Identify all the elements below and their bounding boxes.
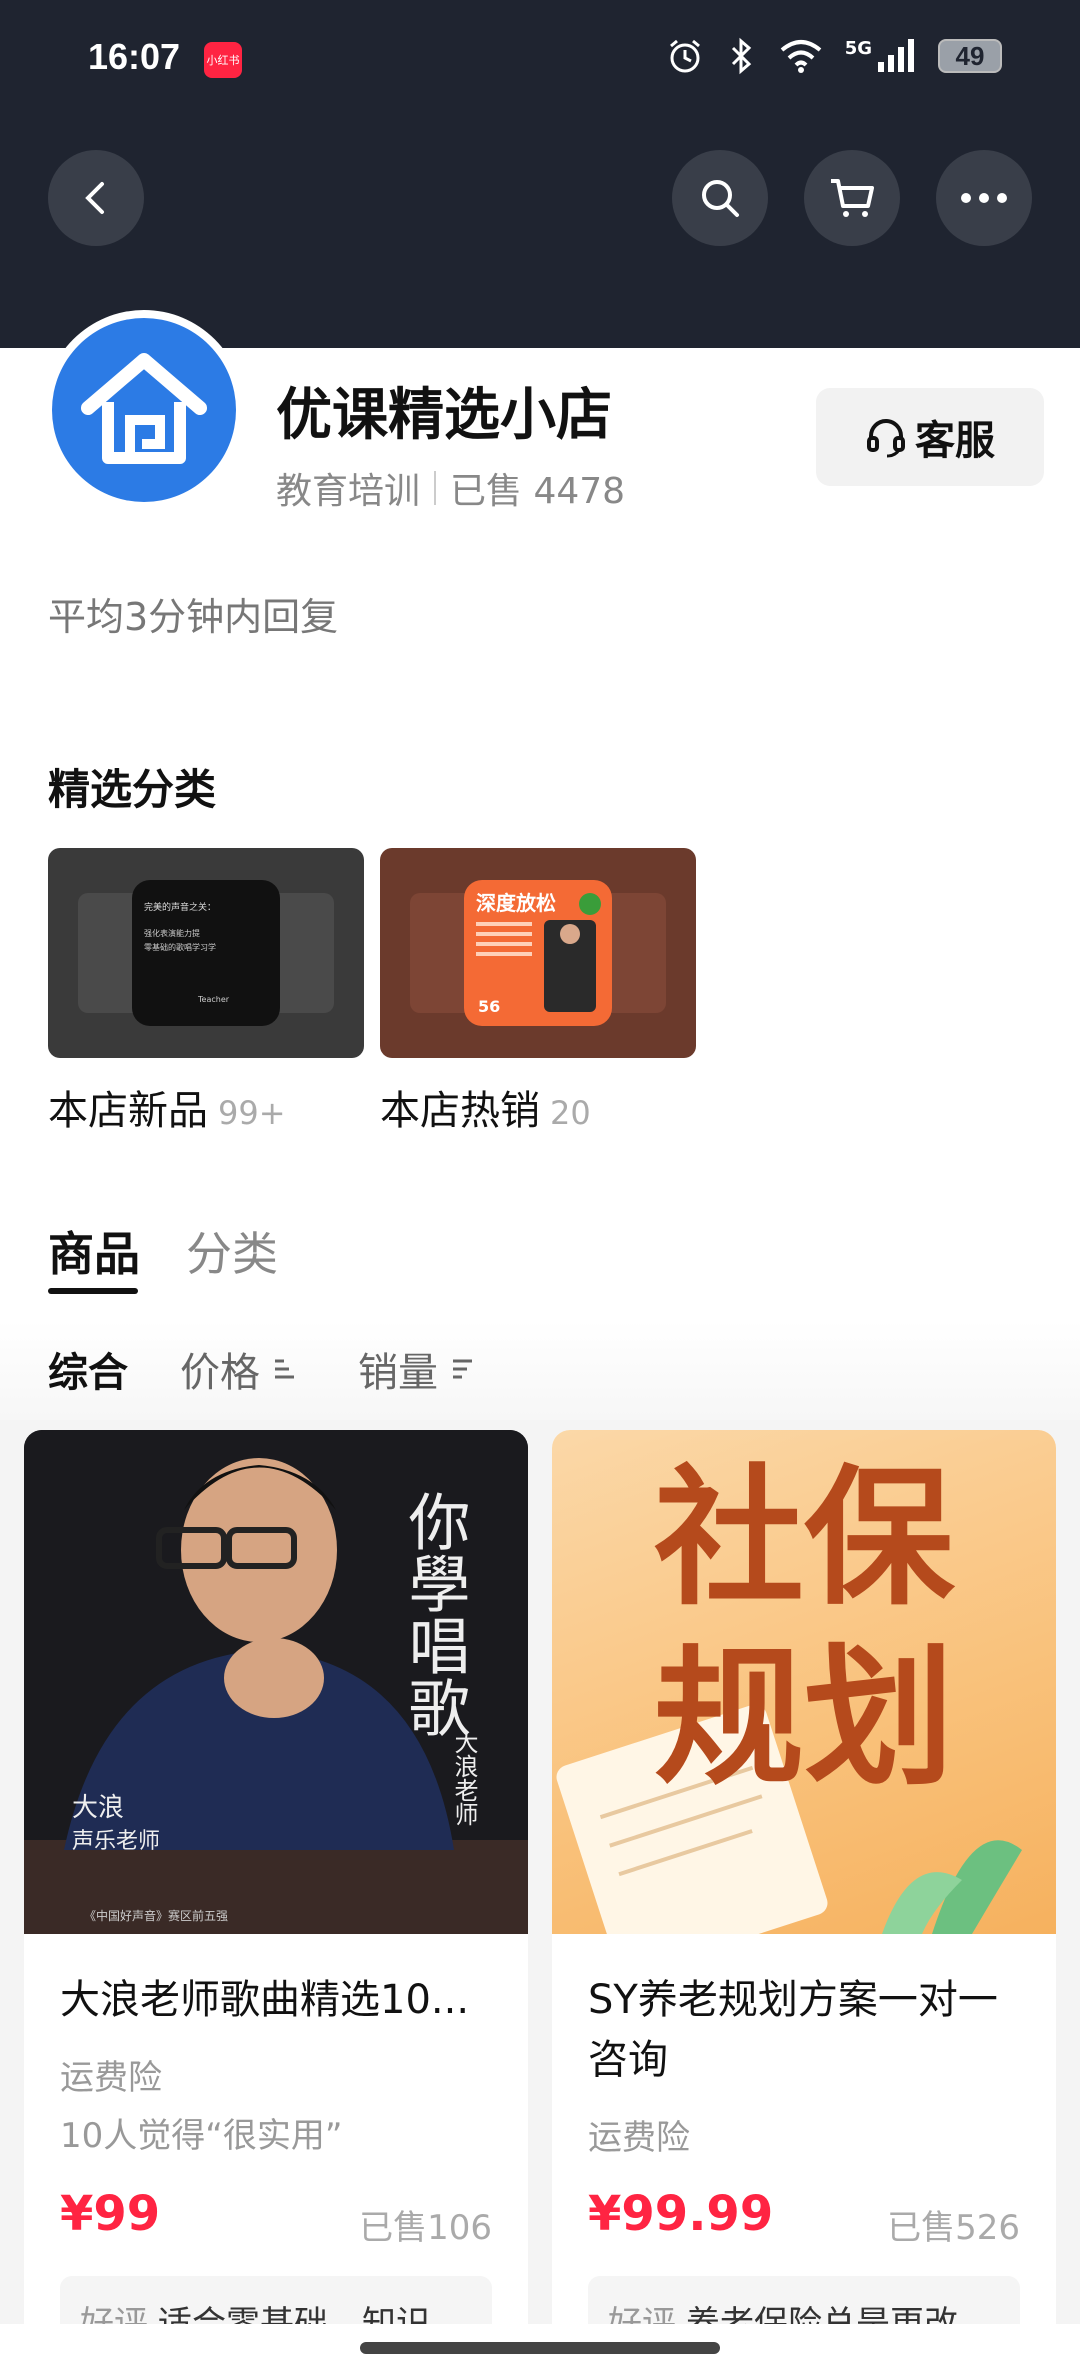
category-thumb-new: 完美的声音之关： 强化表演能力提 零基础的歌唱学习学 Teacher [78,880,334,1026]
category-count: 99+ [218,1094,286,1132]
category-thumb-hot: 深度放松 56 [410,880,666,1026]
shop-header: 16:07 小红书 5G 49 [0,0,1080,348]
shop-name: 优课精选小店 [276,383,612,448]
signal-icon [878,39,914,72]
category-count: 20 [550,1094,591,1132]
product-sold: 已售526 [887,2208,1020,2248]
status-time: 16:07 [88,36,181,77]
product-card[interactable]: 你學唱歌 大浪老师 大浪 声乐老师 《中国好声音》赛区前五强 大浪老师歌曲精选1… [24,1430,528,2350]
product-image: 你學唱歌 大浪老师 大浪 声乐老师 《中国好声音》赛区前五强 [24,1430,528,1934]
product-title: SY养老规划方案一对一咨询 [588,1977,998,2083]
svg-text:强化表演能力提: 强化表演能力提 [144,928,200,938]
bluetooth-icon [731,37,751,75]
battery-icon: 49 [938,39,1002,73]
category-name: 本店新品 [48,1088,208,1134]
tab-categories[interactable]: 分类 [186,1218,278,1284]
category-card-new[interactable]: 完美的声音之关： 强化表演能力提 零基础的歌唱学习学 Teacher [48,848,364,1058]
svg-text:声乐老师: 声乐老师 [72,1829,160,1854]
cart-button[interactable] [804,150,900,246]
sort-by-sales[interactable]: 销量 [358,1340,476,1398]
back-button[interactable] [48,150,144,246]
shop-logo-icon [52,318,236,502]
product-tag: 运费险 [60,2058,162,2098]
customer-service-button[interactable]: 客服 [816,388,1044,486]
product-tag: 运费险 [588,2118,690,2158]
sort-price-icon [275,1359,294,1379]
svg-text:深度放松: 深度放松 [476,891,556,915]
product-card[interactable]: 社保 规划 SY养老规划方案一对一咨询 运费险 ¥99.99 已售526 好评养… [552,1430,1056,2350]
headset-icon [867,419,905,458]
svg-text:大浪老师: 大浪老师 [450,1730,478,1826]
more-icon [961,193,1007,203]
product-price: ¥99 [60,2186,161,2242]
active-tab-indicator [48,1288,138,1294]
svg-text:Teacher: Teacher [197,995,230,1004]
category-label-new[interactable]: 本店新品 99+ [48,1078,286,1136]
search-button[interactable] [672,150,768,246]
product-image: 社保 规划 [552,1430,1056,1934]
shop-avatar[interactable] [44,310,244,510]
svg-text:社保: 社保 [654,1452,956,1626]
svg-text:《中国好声音》赛区前五强: 《中国好声音》赛区前五强 [84,1908,228,1923]
svg-text:零基础的歌唱学习学: 零基础的歌唱学习学 [144,942,216,952]
more-button[interactable] [936,150,1032,246]
sort-bar [0,1320,1080,1430]
sort-comprehensive[interactable]: 综合 [48,1340,128,1398]
cart-icon [831,179,874,217]
product-price: ¥99.99 [588,2186,774,2242]
category-card-hot[interactable]: 深度放松 56 [380,848,696,1058]
svg-text:规划: 规划 [654,1632,954,1806]
product-title: 大浪老师歌曲精选10... [60,1977,470,2023]
wifi-icon [780,40,821,73]
product-sold: 已售106 [359,2208,492,2248]
shop-category: 教育培训 [276,471,421,512]
shop-meta: 教育培训 已售 4478 [276,462,625,514]
svg-text:你學唱歌: 你學唱歌 [398,1490,471,1738]
status-icons: 5G 49 [665,36,1002,76]
home-indicator[interactable] [360,2342,720,2354]
tab-goods[interactable]: 商品 [48,1218,140,1284]
back-icon [85,182,104,214]
sort-sales-icon [453,1359,472,1379]
svg-text:完美的声音之关：: 完美的声音之关： [144,901,216,913]
featured-categories-title: 精选分类 [48,765,217,814]
status-bar: 16:07 小红书 5G 49 [0,0,1080,120]
svg-text:56: 56 [478,997,500,1016]
search-icon [702,180,739,217]
sort-by-price[interactable]: 价格 [180,1340,298,1398]
service-label: 客服 [915,418,995,464]
reply-time-note: 平均3分钟内回复 [48,595,339,639]
svg-text:大浪: 大浪 [72,1793,124,1823]
category-label-hot[interactable]: 本店热销 20 [380,1078,591,1136]
sort-sales-label: 销量 [358,1350,438,1396]
network-label: 5G [844,37,872,59]
category-name: 本店热销 [380,1088,540,1134]
alarm-icon [669,39,700,73]
app-badge-icon: 小红书 [204,42,242,78]
sort-all-label: 综合 [48,1350,128,1396]
product-note: 10人觉得“很实用” [60,2116,343,2156]
meta-divider [434,471,437,505]
sort-price-label: 价格 [180,1350,260,1396]
shop-sold-count: 已售 4478 [450,471,626,512]
